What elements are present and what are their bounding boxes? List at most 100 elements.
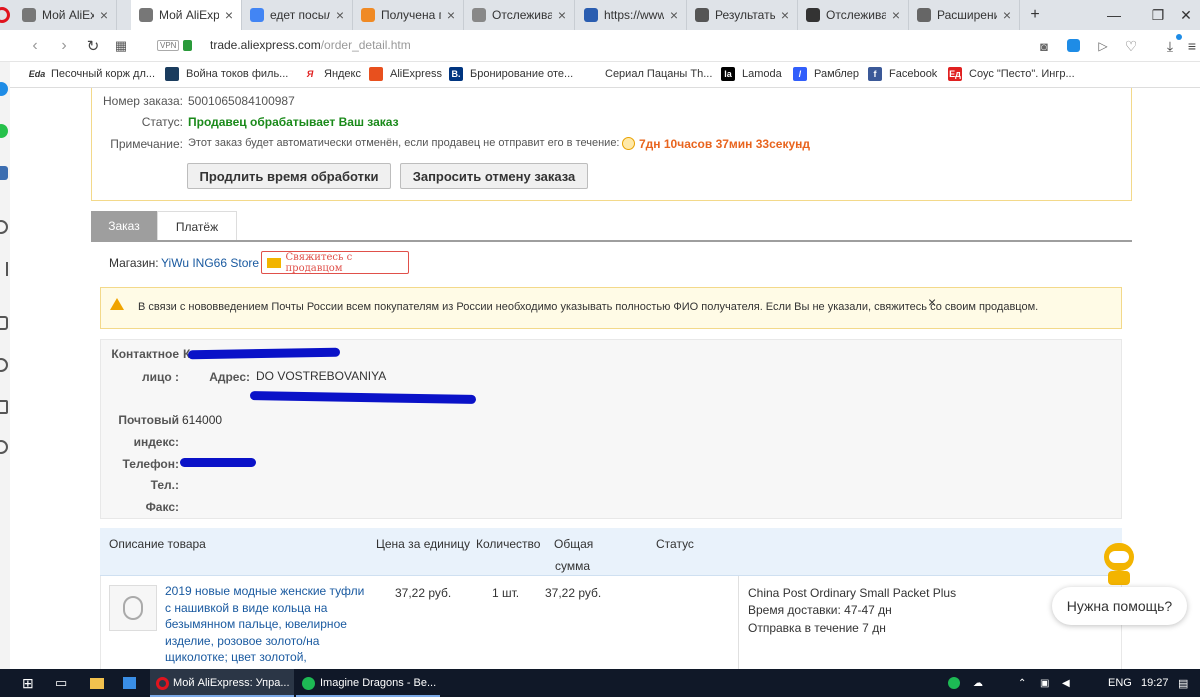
browser-tab[interactable]: едет посылк × — [242, 0, 353, 30]
adblock-icon[interactable] — [1067, 39, 1080, 52]
vk-icon[interactable] — [0, 166, 8, 180]
file-explorer-icon[interactable] — [90, 673, 104, 693]
more-icon[interactable] — [0, 627, 8, 641]
maximize-button[interactable]: ❐ — [1140, 0, 1176, 30]
shipping-method: China Post Ordinary Small Packet Plus — [748, 586, 957, 600]
bookmark-item[interactable]: la Lamoda — [721, 67, 782, 81]
speed-dial-side-icon[interactable] — [0, 316, 8, 330]
forward-button[interactable]: › — [54, 36, 74, 56]
zip-label-2: индекс: — [133, 435, 179, 449]
browser-tab[interactable]: Мой AliExpre × — [131, 0, 242, 30]
redacted-phone — [180, 458, 256, 467]
google-icon — [250, 8, 264, 22]
note-label: Примечание: — [110, 137, 183, 151]
camera-icon[interactable]: ◙ — [1034, 36, 1054, 56]
snapshot-icon[interactable] — [0, 400, 8, 414]
col-total-2: сумма — [555, 559, 591, 573]
close-icon[interactable]: × — [928, 294, 936, 310]
onedrive-icon[interactable]: ☁ — [973, 673, 983, 693]
back-button[interactable]: ‹ — [25, 36, 45, 56]
browser-tab[interactable]: Отслеживан × — [798, 0, 909, 30]
tab-title: Мой AliExpre — [42, 8, 94, 22]
recipe-icon: Ед — [948, 67, 962, 81]
opera-menu-icon[interactable] — [0, 7, 10, 23]
bookmark-label: Бронирование оте... — [470, 68, 574, 80]
help-button[interactable]: Нужна помощь? — [1052, 587, 1187, 625]
close-tab-icon[interactable]: × — [781, 7, 789, 23]
minimize-button[interactable]: — — [1096, 0, 1132, 30]
menu-icon[interactable]: ≡ — [1182, 36, 1200, 56]
bookmark-item[interactable]: B. Бронирование оте... — [449, 67, 573, 81]
browser-tab[interactable]: Отслеживан × — [464, 0, 575, 30]
windows-start-icon[interactable]: ⊞ — [22, 673, 34, 693]
heart-icon[interactable]: ♡ — [1121, 36, 1141, 56]
order-note: Этот заказ будет автоматически отменён, … — [188, 137, 620, 149]
contact-person-label-2: лицо : — [141, 370, 179, 384]
request-cancel-button[interactable]: Запросить отмену заказа — [400, 163, 588, 189]
tab-payment[interactable]: Платёж — [157, 211, 237, 241]
product-title-link[interactable]: 2019 новые модные женские туфли с нашивк… — [165, 583, 370, 666]
network-icon[interactable]: ▣ — [1040, 673, 1049, 693]
clock-icon — [622, 137, 635, 150]
help-mascot-icon[interactable] — [1100, 541, 1138, 587]
bookmark-label: Яндекс — [324, 68, 361, 80]
store-icon[interactable] — [123, 673, 136, 693]
close-tab-icon[interactable]: × — [1003, 7, 1011, 23]
close-tab-icon[interactable]: × — [225, 7, 233, 23]
contact-seller-button[interactable]: Свяжитесь с продавцом — [261, 251, 409, 274]
tab-order[interactable]: Заказ — [91, 211, 157, 241]
bookmark-label: Война токов филь... — [186, 68, 289, 80]
bookmark-item[interactable]: Eda Песочный корж дл... — [29, 67, 155, 81]
row-divider — [738, 576, 739, 669]
flow-icon[interactable] — [0, 262, 8, 276]
browser-tab[interactable]: Мой AliExpre × — [14, 0, 117, 30]
address-bar: ‹ › ↻ ▦ VPN trade.aliexpress.com/order_d… — [0, 30, 1200, 62]
close-tab-icon[interactable]: × — [892, 7, 900, 23]
product-image[interactable] — [109, 585, 157, 631]
zip-label: Почтовый — [118, 413, 179, 427]
tab-title: едет посылк — [270, 8, 330, 22]
close-tab-icon[interactable]: × — [558, 7, 566, 23]
browser-tab[interactable]: Результаты × — [687, 0, 798, 30]
bookmark-item[interactable]: f Facebook — [868, 67, 937, 81]
close-window-button[interactable]: ✕ — [1172, 0, 1200, 30]
browser-tab[interactable]: https://www. × — [576, 0, 687, 30]
bookmark-item[interactable]: Я Яндекс — [303, 67, 361, 81]
bookmark-item[interactable]: / Рамблер — [793, 67, 859, 81]
url-field[interactable]: trade.aliexpress.com/order_detail.htm — [210, 38, 411, 52]
bookmark-item[interactable]: AliExpress — [369, 67, 442, 81]
warning-icon — [110, 298, 124, 310]
task-view-icon[interactable]: ▭ — [55, 673, 67, 693]
tab-title: Мой AliExpre — [159, 8, 219, 22]
col-unit-price: Цена за единицу — [376, 537, 471, 551]
store-link[interactable]: YiWu ING66 Store — [161, 256, 259, 270]
language-indicator[interactable]: ENG — [1108, 673, 1132, 693]
vpn-badge[interactable]: VPN — [157, 40, 180, 51]
history-icon[interactable] — [0, 440, 8, 454]
close-tab-icon[interactable]: × — [336, 7, 344, 23]
browser-tab[interactable]: Получена по × — [353, 0, 464, 30]
bookmark-item[interactable]: Война токов филь... — [165, 67, 288, 81]
notifications-icon[interactable]: ▤ — [1178, 673, 1188, 693]
lock-icon — [183, 40, 192, 51]
extend-processing-button[interactable]: Продлить время обработки — [187, 163, 391, 189]
clock[interactable]: 19:27 — [1141, 673, 1169, 693]
volume-icon[interactable]: ◀ — [1062, 673, 1070, 693]
close-tab-icon[interactable]: × — [100, 7, 108, 23]
bookmark-item[interactable]: Ед Соус "Песто". Ингр... — [948, 67, 1075, 81]
reload-button[interactable]: ↻ — [83, 36, 103, 56]
speed-dial-icon[interactable]: ▦ — [111, 36, 131, 56]
spotify-tray-icon[interactable] — [948, 673, 960, 693]
search-icon[interactable] — [0, 220, 8, 234]
heart-side-icon[interactable] — [0, 358, 8, 372]
whatsapp-icon[interactable] — [0, 124, 8, 138]
aliexpress-icon — [139, 8, 153, 22]
send-icon[interactable]: ▷ — [1093, 36, 1113, 56]
close-tab-icon[interactable]: × — [447, 7, 455, 23]
messenger-icon[interactable] — [0, 82, 8, 96]
new-tab-button[interactable]: + — [1017, 0, 1053, 30]
close-tab-icon[interactable]: × — [670, 7, 678, 23]
show-hidden-icon[interactable]: ⌃ — [1018, 673, 1026, 693]
bookmark-item[interactable]: Сериал Пацаны Th... — [584, 67, 712, 81]
browser-tab[interactable]: Расширения × — [909, 0, 1020, 30]
